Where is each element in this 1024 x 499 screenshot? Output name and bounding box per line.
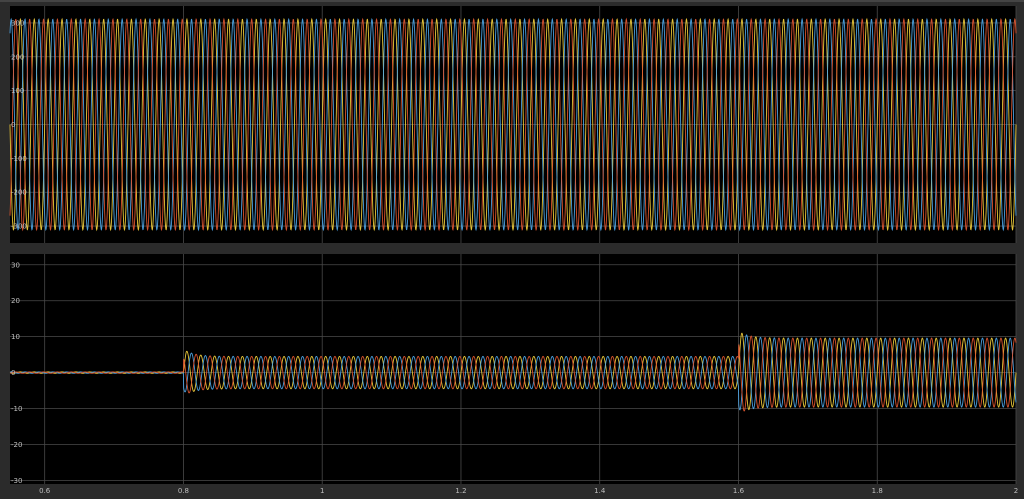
y-tick-label: 100 (11, 87, 24, 95)
y-tick-label: 0 (11, 369, 15, 377)
x-tick-label: 0.6 (39, 487, 51, 495)
y-tick-label: 300 (11, 19, 24, 27)
x-tick-label: 1 (320, 487, 324, 495)
y-tick-label: 30 (11, 261, 20, 269)
y-tick-label: -10 (11, 405, 22, 413)
y-tick-label: -20 (11, 441, 22, 449)
x-tick-label: 0.8 (178, 487, 189, 495)
x-tick-label: 2 (1014, 487, 1018, 495)
current-axes: -30 -20 -10 0 10 20 30 0.6 0.8 1 1.2 1.4 1.6 1.8 2 (9, 254, 1018, 495)
x-tick-label: 1.4 (594, 487, 606, 495)
y-tick-label: -300 (11, 223, 27, 231)
voltage-axes: -300 -200 -100 0 100 200 300 (9, 6, 1017, 243)
y-tick-label: 0 (11, 121, 15, 129)
y-tick-label: -100 (11, 155, 27, 163)
y-tick-label: 10 (11, 333, 20, 341)
y-tick-label: 20 (11, 297, 20, 305)
x-tick-label: 1.2 (455, 487, 466, 495)
y-tick-label: -200 (11, 189, 27, 197)
y-tick-label: -30 (11, 477, 22, 485)
x-tick-label: 1.6 (733, 487, 745, 495)
x-tick-label: 1.8 (872, 487, 883, 495)
y-tick-label: 200 (11, 53, 24, 61)
scope-figure: -300-200-1000100200300 -30-20-100102030 … (0, 0, 1024, 499)
